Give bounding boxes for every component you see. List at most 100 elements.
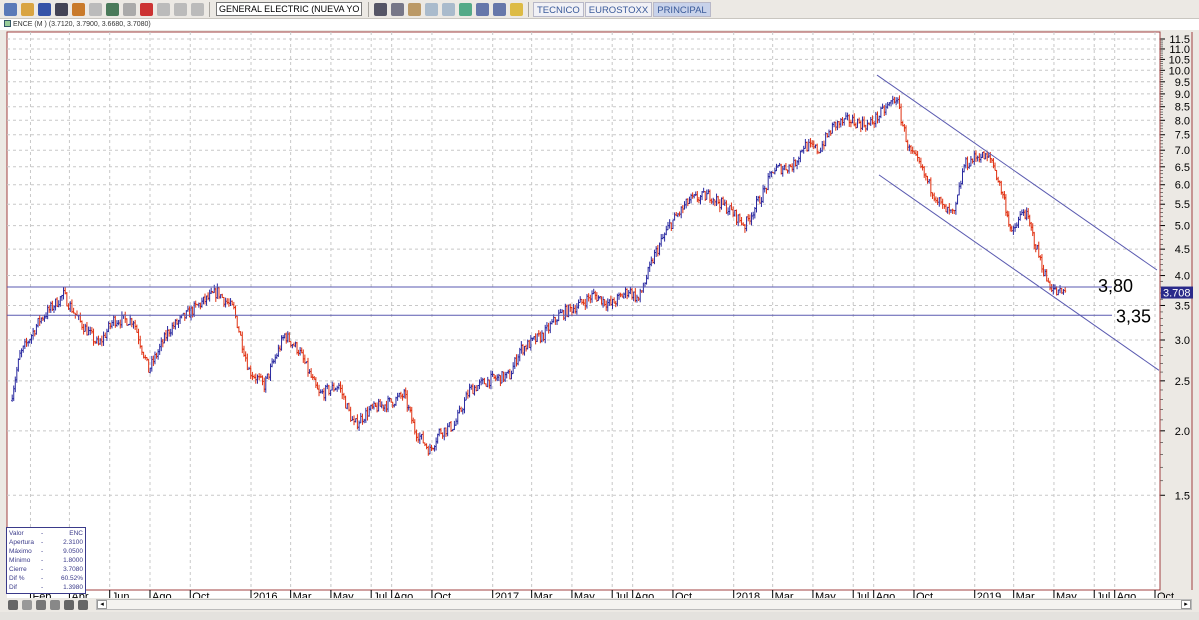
info-cell: 1.3980	[63, 584, 83, 591]
chart-title-bar: ENCE (M ) (3.7120, 3.7900, 3.6680, 3.708…	[0, 19, 1199, 30]
y-tick-label: 9.5	[1175, 77, 1190, 89]
x-tick-label: Jul	[855, 591, 869, 598]
help-icon[interactable]	[510, 2, 523, 16]
info-cell: ENC	[69, 530, 83, 537]
comment-icon[interactable]	[174, 2, 187, 16]
x-tick-label: May	[574, 591, 595, 598]
chart-title: ENCE (M ) (3.7120, 3.7900, 3.6680, 3.708…	[13, 21, 151, 28]
indicator-icon[interactable]	[408, 2, 421, 16]
info-row: Máximo - 9.0500	[9, 547, 83, 556]
x-tick-label: Oct	[916, 591, 933, 598]
x-tick-label: Ago	[394, 591, 414, 598]
tab-eurostoxx[interactable]: EUROSTOXX	[584, 1, 653, 17]
edit-icon[interactable]	[72, 2, 85, 16]
y-tick-label: 2.0	[1175, 426, 1190, 438]
x-tick-label: Ago	[1117, 591, 1137, 598]
open-icon[interactable]	[21, 2, 34, 16]
status-bar	[0, 612, 1199, 620]
x-tick-label: Jul	[1096, 591, 1110, 598]
tab-principal[interactable]: PRINCIPAL	[653, 1, 711, 17]
x-tick-label: Mar	[293, 591, 312, 598]
last-price-label: 3.708	[1163, 288, 1191, 300]
scroll-left-button[interactable]: ◂	[97, 600, 107, 609]
x-tick-label: Mar	[1016, 591, 1035, 598]
symbol-input[interactable]	[216, 2, 362, 16]
toolbar: TECNICO EUROSTOXX PRINCIPAL	[0, 0, 1199, 19]
monitor-icon[interactable]	[391, 2, 404, 16]
x-tick-label: May	[815, 591, 836, 598]
info-cell: Dif	[9, 584, 17, 591]
info-cell: -	[41, 575, 44, 582]
split-icon[interactable]	[36, 600, 46, 610]
info-row: Dif % - 60.52%	[9, 574, 83, 583]
y-tick-label: 1.5	[1175, 490, 1190, 502]
info-cell: Dif %	[9, 575, 25, 582]
info-row: Mínimo - 1.8000	[9, 556, 83, 565]
y-tick-label: 4.5	[1175, 244, 1190, 256]
globe-icon[interactable]	[140, 2, 153, 16]
settings-icon[interactable]	[8, 600, 18, 610]
pages-icon[interactable]	[191, 2, 204, 16]
grid-icon[interactable]	[425, 2, 438, 16]
y-tick-label: 9.0	[1175, 89, 1190, 101]
x-tick-label: May	[1056, 591, 1077, 598]
x-tick-label: 2017	[495, 591, 519, 598]
info-cell: Máximo	[9, 548, 32, 555]
level-label: 3,35	[1116, 306, 1151, 326]
y-tick-label: 6.0	[1175, 180, 1190, 192]
x-tick-label: Jul	[614, 591, 628, 598]
x-tick-label: 2016	[253, 591, 277, 598]
save-icon[interactable]	[38, 2, 51, 16]
info-cell: Cierre	[9, 566, 27, 573]
x-tick-label: Mar	[534, 591, 553, 598]
info-cell: 1.8000	[63, 557, 83, 564]
separator	[368, 1, 369, 17]
horizontal-scrollbar[interactable]: ◂ ▸	[96, 599, 1192, 610]
chart-icon[interactable]	[374, 2, 387, 16]
separator	[528, 1, 529, 17]
text-icon[interactable]	[157, 2, 170, 16]
y-tick-label: 6.5	[1175, 162, 1190, 174]
y-tick-label: 7.0	[1175, 145, 1190, 157]
x-tick-label: May	[333, 591, 354, 598]
info-row: Apertura - 2.3100	[9, 538, 83, 547]
chart-window-icon	[4, 20, 11, 27]
scroll-right-button[interactable]: ▸	[1181, 600, 1191, 609]
info-cell: 60.52%	[60, 575, 83, 582]
zoom-fit-icon[interactable]	[50, 600, 60, 610]
separator	[209, 1, 210, 17]
price-chart[interactable]: 1.5 2.0 2.5 3.0 3.5 4.0 4.5 5.0 5.5 6.0 6.5 7.0 7.5 8…	[0, 30, 1199, 598]
info-cell: 9.0500	[63, 548, 83, 555]
info-cell: 3.7080	[63, 566, 83, 573]
zoom-icon[interactable]	[493, 2, 506, 16]
panel-icon[interactable]	[22, 600, 32, 610]
tab-tecnico[interactable]: TECNICO	[533, 1, 584, 17]
info-panel: Valor - ENC Apertura -2.3100 Máximo -9.0500 Mín…	[6, 527, 86, 594]
x-tick-label: 2019	[977, 591, 1001, 598]
level-label: 3,80	[1098, 276, 1133, 296]
tree-icon[interactable]	[106, 2, 119, 16]
info-cell: -	[41, 566, 44, 573]
info-cell: Valor	[9, 530, 24, 537]
info-row: Valor - ENC	[9, 529, 83, 538]
info-cell: -	[41, 530, 44, 537]
link-icon[interactable]	[123, 2, 136, 16]
book-icon[interactable]	[476, 2, 489, 16]
x-tick-label: Ago	[635, 591, 655, 598]
print-icon[interactable]	[55, 2, 68, 16]
x-tick-label: Oct	[192, 591, 209, 598]
bars-icon[interactable]	[459, 2, 472, 16]
info-cell: 2.3100	[63, 539, 83, 546]
line-icon[interactable]	[442, 2, 455, 16]
info-cell: -	[41, 557, 44, 564]
zoom-in-icon[interactable]	[78, 600, 88, 610]
new-icon[interactable]	[4, 2, 17, 16]
x-tick-label: 2018	[736, 591, 760, 598]
info-cell: -	[41, 584, 44, 591]
y-tick-label: 3.5	[1175, 300, 1190, 312]
zoom-out-icon[interactable]	[64, 600, 74, 610]
copy-icon[interactable]	[89, 2, 102, 16]
x-tick-label: Jun	[112, 591, 130, 598]
x-tick-label: Ago	[152, 591, 172, 598]
y-tick-label: 5.0	[1175, 221, 1190, 233]
